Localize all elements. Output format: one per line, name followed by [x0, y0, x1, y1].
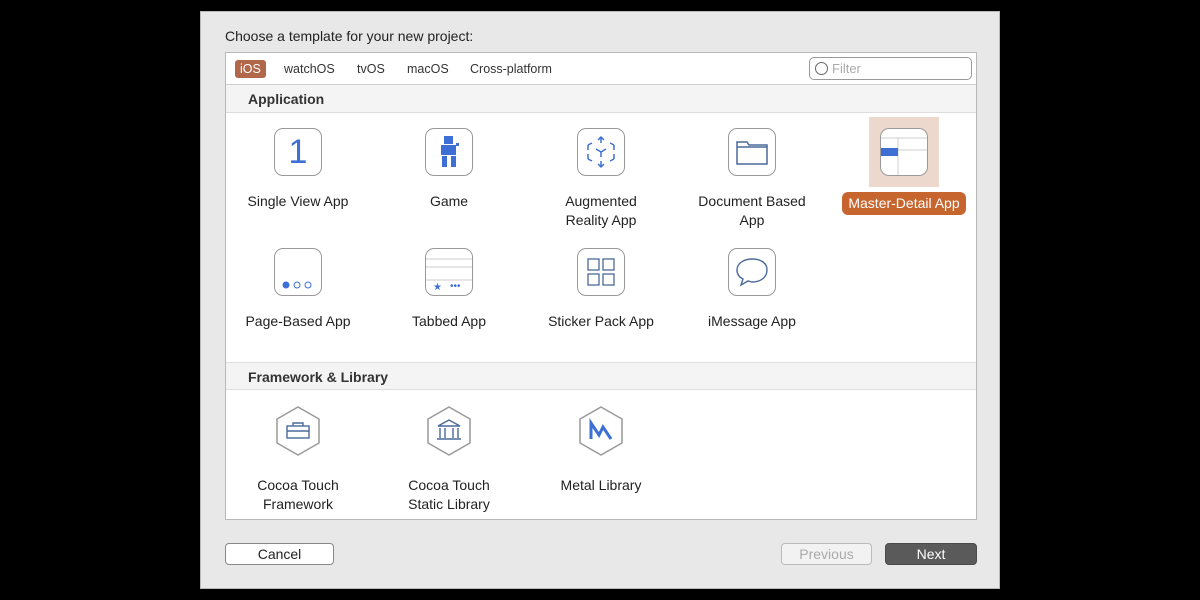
- svg-text:★: ★: [433, 282, 442, 293]
- template-label: Augmented Reality App: [565, 193, 637, 228]
- template-label: Cocoa Touch Framework: [257, 477, 339, 512]
- platform-tabs: iOS watchOS tvOS macOS Cross-platform Fi…: [226, 53, 976, 85]
- template-cocoa-touch-framework[interactable]: Cocoa Touch Framework: [223, 405, 373, 514]
- tab-bar-icon: ★ •••: [425, 248, 473, 296]
- section-header-application: Application: [226, 85, 976, 113]
- template-game[interactable]: Game: [374, 128, 524, 211]
- template-master-detail-app[interactable]: Master-Detail App: [829, 117, 979, 215]
- tab-watchos[interactable]: watchOS: [279, 60, 340, 78]
- filter-placeholder: Filter: [832, 61, 861, 76]
- previous-button[interactable]: Previous: [781, 543, 872, 565]
- template-cocoa-touch-static-library[interactable]: Cocoa Touch Static Library: [374, 405, 524, 514]
- template-augmented-reality-app[interactable]: Augmented Reality App: [526, 128, 676, 230]
- template-single-view-app[interactable]: 1 Single View App: [223, 128, 373, 211]
- master-detail-icon: [880, 128, 928, 176]
- folder-icon: [728, 128, 776, 176]
- template-label: Metal Library: [560, 477, 642, 493]
- template-label: Sticker Pack App: [548, 313, 654, 329]
- game-robot-icon: [425, 128, 473, 176]
- tab-macos[interactable]: macOS: [402, 60, 454, 78]
- template-metal-library[interactable]: Metal Library: [526, 405, 676, 495]
- template-label: Document Based App: [698, 193, 806, 228]
- template-label: iMessage App: [708, 313, 796, 329]
- template-label-selected: Master-Detail App: [842, 192, 966, 215]
- filter-icon: [815, 62, 828, 75]
- tab-tvos[interactable]: tvOS: [352, 60, 390, 78]
- speech-bubble-icon: [728, 248, 776, 296]
- library-building-hexagon-icon: [374, 405, 524, 462]
- ar-cube-icon: [577, 128, 625, 176]
- template-label: Single View App: [247, 193, 349, 209]
- toolbox-hexagon-icon: [223, 405, 373, 462]
- section-header-framework-library: Framework & Library: [226, 362, 976, 390]
- template-label: Game: [429, 193, 469, 209]
- template-label: Tabbed App: [412, 313, 486, 329]
- dialog-title: Choose a template for your new project:: [225, 28, 474, 44]
- svg-text:•••: •••: [450, 281, 461, 292]
- template-label: Page-Based App: [245, 313, 351, 329]
- template-imessage-app[interactable]: iMessage App: [677, 248, 827, 331]
- selection-highlight: [869, 117, 939, 187]
- template-sticker-pack-app[interactable]: Sticker Pack App: [526, 248, 676, 331]
- template-panel: iOS watchOS tvOS macOS Cross-platform Fi…: [225, 52, 977, 520]
- tab-ios[interactable]: iOS: [235, 60, 266, 78]
- filter-input[interactable]: Filter: [809, 57, 972, 80]
- next-button[interactable]: Next: [885, 543, 977, 565]
- new-project-dialog: Choose a template for your new project: …: [200, 11, 1000, 589]
- template-tabbed-app[interactable]: ★ ••• Tabbed App: [374, 248, 524, 331]
- cancel-button[interactable]: Cancel: [225, 543, 334, 565]
- template-label: Cocoa Touch Static Library: [408, 477, 490, 512]
- tab-cross-platform[interactable]: Cross-platform: [465, 60, 557, 78]
- template-page-based-app[interactable]: Page-Based App: [223, 248, 373, 331]
- grid-icon: [577, 248, 625, 296]
- metal-hexagon-icon: [526, 405, 676, 462]
- number-one-icon: 1: [274, 128, 322, 176]
- page-dots-icon: [274, 248, 322, 296]
- template-document-based-app[interactable]: Document Based App: [677, 128, 827, 230]
- application-templates: 1 Single View App Game Augmented Reality …: [226, 113, 976, 362]
